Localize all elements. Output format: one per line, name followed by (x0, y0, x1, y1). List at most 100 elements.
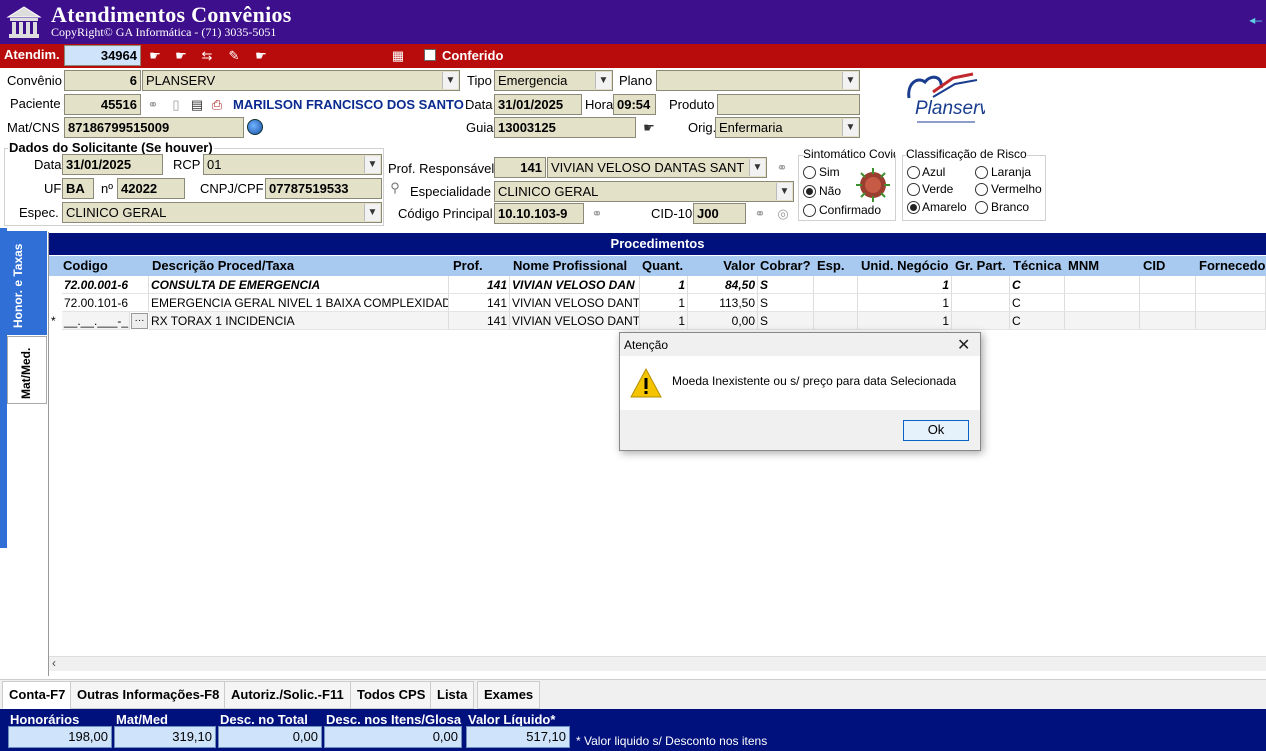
risco-verde-radio[interactable] (907, 183, 920, 196)
covid-confirmado-radio[interactable] (803, 204, 816, 217)
sol-data-input[interactable]: 31/01/2025 (62, 154, 163, 175)
binoculars-icon[interactable]: ⚭ (588, 205, 606, 223)
cell-unid[interactable]: 1 (858, 276, 952, 294)
cell-nome[interactable]: VIVIAN VELOSO DANT (510, 294, 640, 312)
cell-quant[interactable]: 1 (640, 312, 688, 330)
cell-valor[interactable]: 0,00 (688, 312, 758, 330)
binoculars-icon[interactable]: ⚭ (144, 96, 162, 114)
convenio-select[interactable]: PLANSERV ▼ (142, 70, 460, 91)
cell-cobrar[interactable]: S (758, 312, 814, 330)
document-icon[interactable]: ▯ (167, 96, 185, 114)
codigo-principal-input[interactable]: 10.10.103-9 (494, 203, 584, 224)
card-icon[interactable]: ▤ (188, 96, 206, 114)
tab-conta[interactable]: Conta-F7 (2, 681, 73, 709)
cell-gr-part[interactable] (952, 294, 1010, 312)
edit-icon[interactable]: ✎ (225, 47, 243, 65)
cell-descricao[interactable]: EMERGENCIA GERAL NIVEL 1 BAIXA COMPLEXID… (149, 294, 449, 312)
binoculars-icon[interactable]: ⚭ (773, 159, 791, 177)
cell-cobrar[interactable]: S (758, 276, 814, 294)
cell-valor[interactable]: 113,50 (688, 294, 758, 312)
cell-tecnica[interactable]: C (1010, 312, 1065, 330)
data-input[interactable]: 31/01/2025 (494, 94, 582, 115)
prof-code-input[interactable]: 141 (494, 157, 546, 178)
hora-input[interactable]: 09:54 (613, 94, 656, 115)
cell-gr-part[interactable] (952, 276, 1010, 294)
col-cid[interactable]: CID (1140, 256, 1196, 276)
col-valor[interactable]: Valor (688, 256, 758, 276)
chevron-down-icon[interactable]: ▼ (842, 119, 858, 136)
atendim-input[interactable]: 34964 (64, 45, 141, 66)
ok-button[interactable]: Ok (903, 420, 969, 441)
tab-autoriz-solic[interactable]: Autoriz./Solic.-F11 (224, 681, 351, 709)
cell-cid[interactable] (1140, 276, 1196, 294)
risco-branco-radio[interactable] (975, 201, 988, 214)
arrow-left-icon[interactable]: ◂– (1249, 13, 1262, 27)
paciente-code-input[interactable]: 45516 (64, 94, 141, 115)
guia-input[interactable]: 13003125 (494, 117, 636, 138)
tab-todos-cps[interactable]: Todos CPS (350, 681, 433, 709)
col-cobrar[interactable]: Cobrar? (758, 256, 814, 276)
col-gr-part[interactable]: Gr. Part. (952, 256, 1010, 276)
target-icon[interactable]: ◎ (774, 205, 792, 223)
ellipsis-button[interactable]: ··· (131, 313, 148, 329)
cell-fornecedor[interactable] (1196, 312, 1266, 330)
cell-unid[interactable]: 1 (858, 312, 952, 330)
cell-cid[interactable] (1140, 294, 1196, 312)
cid10-input[interactable]: J00 (693, 203, 746, 224)
cell-mnm[interactable] (1065, 294, 1140, 312)
chevron-down-icon[interactable]: ▼ (749, 159, 765, 176)
col-esp[interactable]: Esp. (814, 256, 858, 276)
risco-vermelho-radio[interactable] (975, 183, 988, 196)
cell-nome[interactable]: VIVIAN VELOSO DANT (510, 312, 640, 330)
cell-codigo[interactable]: __.__.___-_ (62, 312, 130, 330)
globe-icon[interactable] (247, 119, 263, 135)
horizontal-scrollbar[interactable] (49, 656, 1266, 671)
col-prof[interactable]: Prof. (449, 256, 510, 276)
produto-input[interactable] (717, 94, 860, 115)
risco-laranja-radio[interactable] (975, 166, 988, 179)
plano-select[interactable]: ▼ (656, 70, 860, 91)
cell-cobrar[interactable]: S (758, 294, 814, 312)
tab-lista[interactable]: Lista (430, 681, 475, 709)
conferido-checkbox[interactable] (424, 49, 436, 61)
cell-valor[interactable]: 84,50 (688, 276, 758, 294)
close-icon[interactable]: ✕ (957, 335, 970, 355)
risco-azul-radio[interactable] (907, 166, 920, 179)
n-input[interactable]: 42022 (117, 178, 185, 199)
col-descricao[interactable]: Descrição Proced/Taxa (149, 256, 449, 276)
especialidade-select[interactable]: CLINICO GERAL ▼ (494, 181, 794, 202)
cell-prof[interactable]: 141 (449, 276, 510, 294)
chevron-down-icon[interactable]: ▼ (442, 72, 458, 89)
covid-sim-radio[interactable] (803, 166, 816, 179)
col-unid[interactable]: Unid. Negócio (858, 256, 952, 276)
cell-nome[interactable]: VIVIAN VELOSO DAN (510, 276, 640, 294)
covid-nao-radio[interactable] (803, 185, 816, 198)
printer-icon[interactable]: ⎙ (208, 96, 226, 114)
col-nome[interactable]: Nome Profissional (510, 256, 640, 276)
binoculars-icon[interactable]: ⚭ (751, 205, 769, 223)
chevron-down-icon[interactable]: ▼ (364, 156, 380, 173)
tab-exames[interactable]: Exames (477, 681, 541, 709)
cell-esp[interactable] (814, 276, 858, 294)
tab-outras-informacoes[interactable]: Outras Informações-F8 (70, 681, 227, 709)
prof-select[interactable]: VIVIAN VELOSO DANTAS SANT ▼ (547, 157, 767, 178)
cell-codigo[interactable]: 72.00.001-6 (62, 276, 149, 294)
scroll-left-icon[interactable]: ‹ (52, 656, 56, 670)
cell-tecnica[interactable]: C (1010, 294, 1065, 312)
cell-mnm[interactable] (1065, 276, 1140, 294)
sol-espec-select[interactable]: CLINICO GERAL ▼ (62, 202, 382, 223)
cell-quant[interactable]: 1 (640, 276, 688, 294)
cell-prof[interactable]: 141 (449, 294, 510, 312)
hand-pointer-icon[interactable]: ☛ (252, 47, 270, 65)
cell-esp[interactable] (814, 312, 858, 330)
cell-fornecedor[interactable] (1196, 294, 1266, 312)
chevron-down-icon[interactable]: ▼ (776, 183, 792, 200)
hand-pointer-icon[interactable]: ☛ (172, 47, 190, 65)
cell-fornecedor[interactable] (1196, 276, 1266, 294)
col-quant[interactable]: Quant. (640, 256, 688, 276)
cell-unid[interactable]: 1 (858, 294, 952, 312)
chevron-down-icon[interactable]: ▼ (595, 72, 611, 89)
col-codigo[interactable]: Codigo (49, 256, 149, 276)
pin-icon[interactable]: ⚲ (386, 179, 404, 197)
cell-descricao[interactable]: CONSULTA DE EMERGENCIA (149, 276, 449, 294)
